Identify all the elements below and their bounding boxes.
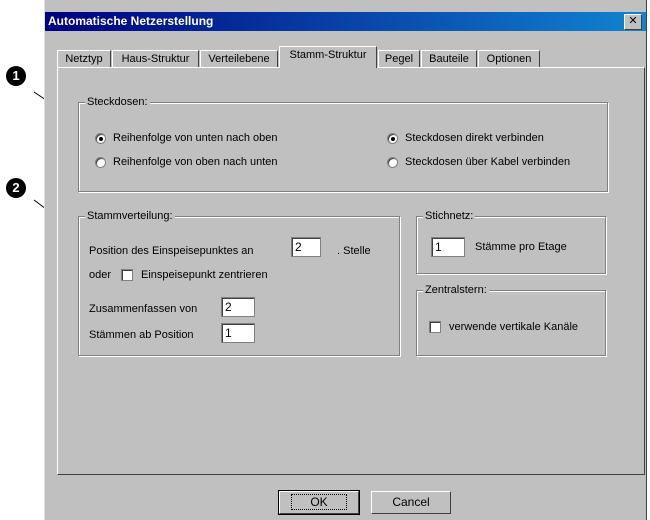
radio-direkt-verbinden-label: Steckdosen direkt verbinden (405, 132, 544, 144)
einspeisepunkt-zentrieren-checkbox[interactable] (121, 269, 133, 281)
tab-pegel[interactable]: Pegel (378, 50, 420, 67)
radio-ueber-kabel[interactable] (387, 157, 398, 168)
zusammenfassen-input[interactable]: 2 (221, 297, 255, 317)
einspeisepunkt-position-input[interactable]: 2 (291, 237, 321, 257)
tab-panel: Steckdosen: Reihenfolge von unten nach o… (57, 67, 645, 475)
tab-bauteile[interactable]: Bauteile (421, 50, 477, 67)
radio-ueber-kabel-label: Steckdosen über Kabel verbinden (405, 156, 571, 168)
einspeisepunkt-position-label: Position des Einspeisepunktes an (89, 245, 254, 257)
stichnetz-input[interactable]: 1 (431, 237, 465, 257)
ok-button[interactable]: OK (278, 490, 360, 515)
title-bar: Automatische Netzerstellung ✕ (45, 12, 646, 31)
window-title: Automatische Netzerstellung (48, 14, 214, 28)
stammverteilung-legend: Stammverteilung: (85, 210, 175, 222)
callout-marker-2: 2 (6, 178, 26, 198)
vertikale-kanaele-label: verwende vertikale Kanäle (449, 321, 579, 333)
oder-label: oder (89, 269, 112, 281)
ab-position-label: Stämmen ab Position (89, 329, 194, 341)
stichnetz-group: Stichnetz: 1 Stämme pro Etage (416, 210, 606, 274)
vertikale-kanaele-checkbox[interactable] (429, 321, 441, 333)
tab-optionen[interactable]: Optionen (478, 50, 540, 67)
zentralstern-group: Zentralstern: verwende vertikale Kanäle (416, 284, 606, 356)
callout-marker-1: 1 (6, 66, 26, 86)
radio-oben-nach-unten[interactable] (95, 157, 106, 168)
zusammenfassen-label: Zusammenfassen von (89, 303, 198, 315)
einspeisepunkt-zentrieren-label: Einspeisepunkt zentrieren (141, 269, 268, 281)
tab-stamm-struktur[interactable]: Stamm-Struktur (279, 46, 377, 68)
ok-button-label: OK (291, 494, 347, 510)
staemme-pro-etage-label: Stämme pro Etage (475, 241, 567, 253)
tab-haus-struktur[interactable]: Haus-Struktur (112, 50, 199, 67)
stammverteilung-group: Stammverteilung: Position des Einspeisep… (78, 210, 400, 356)
ab-position-input[interactable]: 1 (221, 323, 255, 343)
einspeisepunkt-stelle-label: . Stelle (337, 245, 371, 257)
zentralstern-legend: Zentralstern: (423, 284, 489, 296)
radio-unten-nach-oben-label: Reihenfolge von unten nach oben (113, 132, 278, 144)
close-button[interactable]: ✕ (624, 14, 642, 30)
steckdosen-legend: Steckdosen: (85, 96, 150, 108)
stichnetz-legend: Stichnetz: (423, 210, 476, 222)
radio-unten-nach-oben[interactable] (95, 133, 106, 144)
tab-verteilebene[interactable]: Verteilebene (200, 50, 278, 67)
radio-direkt-verbinden[interactable] (387, 133, 398, 144)
tab-netztyp[interactable]: Netztyp (57, 50, 111, 67)
dialog-window: Automatische Netzerstellung ✕ Netztyp Ha… (44, 0, 647, 520)
cancel-button[interactable]: Cancel (371, 491, 451, 514)
radio-oben-nach-unten-label: Reihenfolge von oben nach unten (113, 156, 278, 168)
steckdosen-group: Steckdosen: Reihenfolge von unten nach o… (78, 96, 608, 192)
